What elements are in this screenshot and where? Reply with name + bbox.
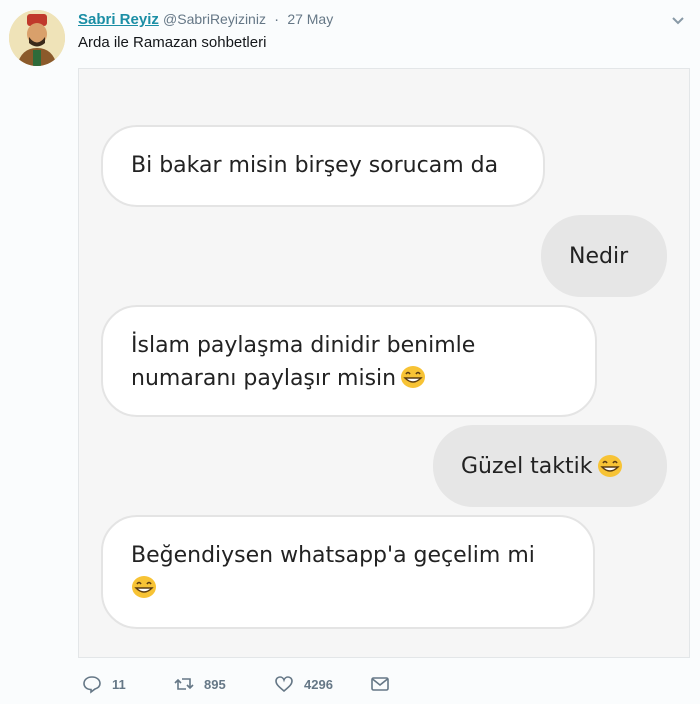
chat-bubble-received: İslam paylaşma dinidir benimle numaranı … [101, 305, 597, 417]
chat-bubble-sent: Nedir [541, 215, 667, 297]
separator: · [274, 11, 280, 28]
like-button[interactable]: 4296 [274, 674, 333, 694]
author-handle[interactable]: @SabriReyiziniz [163, 11, 266, 27]
retweet-count: 895 [204, 676, 226, 692]
chevron-down-icon[interactable] [670, 12, 686, 28]
laughing-face-icon [597, 454, 623, 478]
message-text: Güzel taktik [461, 453, 593, 479]
message-text-line: numaranı paylaşır misin [131, 366, 397, 391]
envelope-icon [371, 677, 389, 691]
tweet-image[interactable]: Bi bakar misin birşey sorucam da Nedir İ… [78, 68, 690, 658]
tweet-text: Arda ile Ramazan sohbetleri [78, 34, 267, 51]
author-name[interactable]: Sabri Reyiz [78, 11, 159, 28]
tweet: Sabri Reyiz @SabriReyiziniz · 27 May Ard… [0, 0, 700, 704]
like-count: 4296 [304, 676, 333, 692]
reply-icon [83, 676, 101, 694]
message-text: Beğendiysen whatsapp'a geçelim mi [131, 543, 535, 568]
retweet-icon [174, 678, 194, 690]
chat-bubble-received: Beğendiysen whatsapp'a geçelim mi [101, 515, 595, 629]
message-text-line: İslam paylaşma dinidir benimle [131, 333, 476, 358]
laughing-face-icon [400, 365, 426, 389]
retweet-button[interactable]: 895 [174, 674, 226, 694]
tweet-header: Sabri Reyiz @SabriReyiziniz · 27 May [78, 10, 333, 29]
chat-bubble-received: Bi bakar misin birşey sorucam da [101, 125, 545, 207]
laughing-face-icon [131, 575, 157, 599]
heart-icon [275, 676, 293, 693]
chat-bubble-sent: Güzel taktik [433, 425, 667, 507]
avatar[interactable] [9, 10, 65, 66]
direct-message-button[interactable] [370, 674, 400, 694]
tweet-date[interactable]: 27 May [287, 11, 333, 27]
reply-button[interactable]: 11 [82, 674, 126, 694]
message-text: Bi bakar misin birşey sorucam da [131, 153, 499, 178]
reply-count: 11 [112, 676, 126, 692]
message-text: Nedir [569, 243, 629, 269]
